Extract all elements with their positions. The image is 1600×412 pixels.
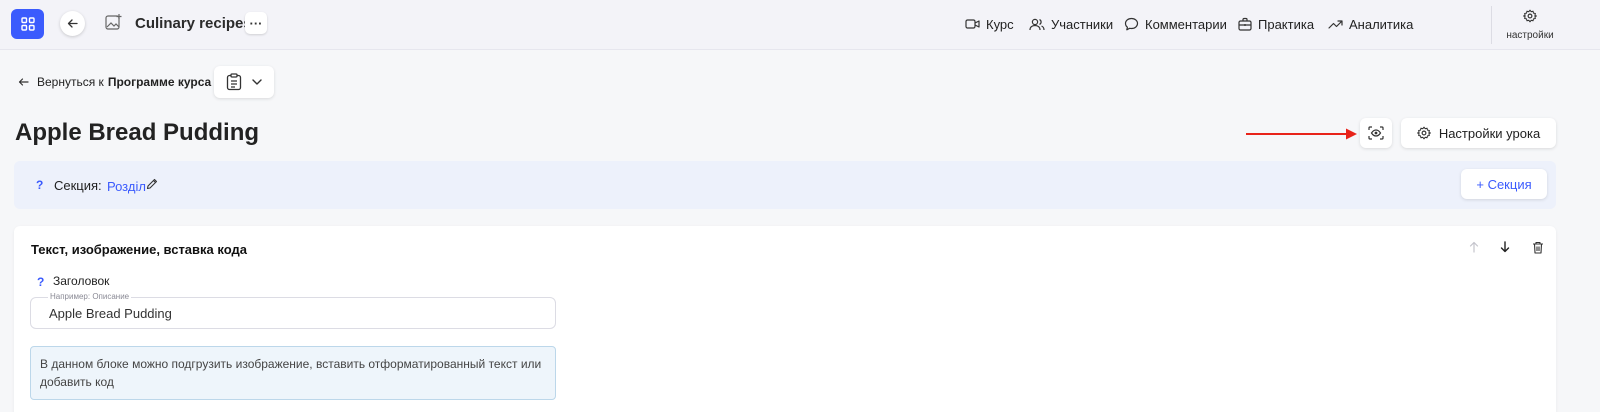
nav-practice[interactable]: Практика [1238,15,1314,33]
nav-course[interactable]: Курс [965,15,1014,33]
nav-practice-label: Практика [1258,16,1315,32]
annotation-arrow-icon [1246,128,1357,140]
section-panel: ? Секция: Розділ + Секция [14,161,1556,209]
breadcrumb[interactable]: Вернуться к Программе курса [18,75,211,89]
nav-course-label: Курс [986,16,1014,32]
trash-icon [1533,241,1543,254]
content-block: Текст, изображение, вставка кода ? Загол… [14,226,1556,412]
heading-input[interactable] [31,298,555,328]
gear-icon [1523,9,1537,23]
gear-icon [1416,126,1431,140]
field-help-icon[interactable]: ? [37,275,44,289]
course-title: Culinary recipes [135,15,252,32]
topbar-divider [1491,6,1492,44]
section-value-link[interactable]: Розділ [107,179,146,194]
nav-analytics-label: Аналитика [1349,16,1414,32]
arrow-down-icon [1500,241,1510,253]
eye-scan-icon [1368,126,1384,140]
pencil-icon[interactable] [146,178,158,190]
arrow-left-icon [18,78,29,86]
back-button[interactable] [60,11,85,36]
lesson-settings-label: Настройки урока [1438,125,1541,141]
lesson-title: Apple Bread Pudding [15,119,260,146]
breadcrumb-prefix: Вернуться к [37,75,104,89]
heading-field-label: Заголовок [53,274,110,288]
info-box: В данном блоке можно подгрузить изображе… [30,346,556,400]
comment-icon [1124,17,1139,31]
settings-label: настройки [1506,30,1554,41]
section-label: Секция: [54,178,102,193]
nav-analytics[interactable]: Аналитика [1328,15,1413,33]
top-bar: Culinary recipes ··· Курс Участники Комм… [0,0,1600,50]
users-icon [1029,18,1045,30]
nav-participants-label: Участники [1051,16,1114,32]
add-section-button[interactable]: + Секция [1461,169,1547,199]
nav-comments[interactable]: Комментарии [1124,15,1227,33]
more-icon: ··· [249,15,263,31]
program-dropdown[interactable] [214,66,274,98]
nav-participants[interactable]: Участники [1029,15,1113,33]
lesson-settings-button[interactable]: Настройки урока [1401,118,1556,148]
apps-grid-button[interactable] [11,9,44,39]
briefcase-icon [1238,17,1252,31]
delete-block-button[interactable] [1528,237,1548,257]
heading-field: Например: Описание [30,292,556,329]
breadcrumb-target[interactable]: Программе курса [108,75,211,89]
more-options-button[interactable]: ··· [245,12,267,34]
chevron-down-icon [252,79,262,85]
move-up-button[interactable] [1464,237,1484,257]
clipboard-icon [226,73,242,91]
video-icon [965,19,980,29]
trending-up-icon [1328,20,1343,29]
arrow-up-icon [1469,241,1479,253]
settings-button[interactable]: настройки [1500,9,1560,41]
grid-icon [20,17,35,31]
nav-comments-label: Комментарии [1145,16,1227,32]
preview-button[interactable] [1360,118,1392,148]
image-add-icon [105,14,122,30]
block-title: Текст, изображение, вставка кода [31,242,247,257]
section-help-icon[interactable]: ? [36,178,43,192]
move-down-button[interactable] [1495,237,1515,257]
arrow-left-icon [67,19,78,28]
